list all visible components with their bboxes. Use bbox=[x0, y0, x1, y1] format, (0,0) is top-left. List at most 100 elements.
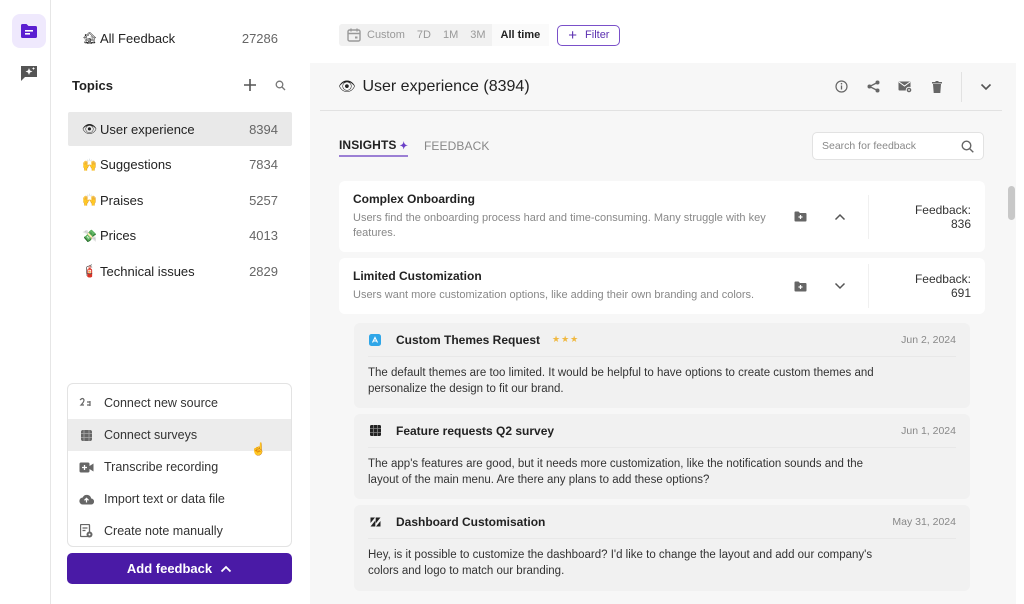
topic-actions bbox=[825, 71, 1002, 103]
menu-connect-new-source[interactable]: Connect new source bbox=[68, 387, 291, 419]
topic-label: User experience bbox=[100, 121, 195, 137]
add-feedback-button[interactable]: Add feedback bbox=[67, 553, 292, 584]
topic-list: 👁 User experience 8394 🙌 Suggestions 783… bbox=[68, 112, 292, 290]
folder-plus-icon bbox=[794, 281, 807, 291]
range-all-time[interactable]: All time bbox=[491, 24, 550, 46]
topic-label: Prices bbox=[100, 228, 137, 244]
plus-icon: + bbox=[568, 26, 578, 44]
delete-button[interactable] bbox=[921, 71, 953, 103]
add-topic-button[interactable] bbox=[243, 78, 257, 92]
date-range-selector: Custom 7D 1M 3M All time bbox=[339, 24, 550, 46]
tab-feedback[interactable]: FEEDBACK bbox=[424, 139, 489, 156]
menu-item-label: Connect surveys bbox=[104, 428, 198, 442]
filter-label: Filter bbox=[585, 29, 610, 41]
menu-import-file[interactable]: Import text or data file bbox=[68, 483, 291, 515]
folder-icon bbox=[21, 24, 37, 38]
add-feedback-menu: Connect new source Connect surveys Trans… bbox=[67, 383, 292, 547]
info-icon bbox=[834, 80, 848, 93]
range-custom[interactable]: Custom bbox=[367, 24, 411, 46]
share-button[interactable] bbox=[857, 71, 889, 103]
add-to-folder-button[interactable] bbox=[794, 281, 807, 292]
topics-sidebar: 🏚 All Feedback 27286 Topics 👁 User exper… bbox=[52, 0, 310, 604]
tab-insights[interactable]: INSIGHTS ✦ bbox=[339, 138, 408, 157]
feedback-title: Dashboard Customisation bbox=[396, 514, 546, 529]
raised-hands-icon: 🙌 bbox=[82, 193, 97, 208]
topic-count: 8394 bbox=[249, 121, 278, 137]
menu-create-note[interactable]: Create note manually bbox=[68, 515, 291, 547]
all-feedback-item[interactable]: 🏚 All Feedback 27286 bbox=[68, 24, 292, 52]
scrollbar-thumb[interactable] bbox=[1008, 186, 1015, 220]
range-3m[interactable]: 3M bbox=[464, 24, 491, 46]
topic-title: 👁 User experience (8394) bbox=[338, 78, 825, 96]
mail-settings-icon bbox=[898, 81, 912, 93]
topic-header: 👁 User experience (8394) bbox=[320, 63, 1002, 111]
app-store-icon bbox=[368, 333, 382, 347]
rail-feedback-button[interactable] bbox=[12, 14, 46, 48]
collapse-panel-button[interactable] bbox=[970, 71, 1002, 103]
info-button[interactable] bbox=[825, 71, 857, 103]
chevron-up-icon bbox=[220, 565, 232, 572]
video-icon bbox=[78, 459, 94, 475]
insight-card[interactable]: Complex Onboarding Users find the onboar… bbox=[339, 181, 985, 252]
cloud-upload-icon bbox=[78, 491, 94, 507]
sparkle-emoji-icon: 🙌 bbox=[82, 157, 97, 172]
add-feedback-label: Add feedback bbox=[126, 561, 213, 576]
filter-button[interactable]: + Filter bbox=[557, 24, 621, 46]
feedback-card[interactable]: Custom Themes Request ★★★ Jun 2, 2024 Th… bbox=[354, 323, 970, 409]
topics-title: Topics bbox=[72, 77, 113, 93]
search-topics-button[interactable] bbox=[275, 80, 286, 91]
sparkle-icon: ✦ bbox=[399, 141, 408, 152]
topic-praises[interactable]: 🙌 Praises 5257 bbox=[68, 183, 292, 217]
rail-ai-chat-button[interactable] bbox=[12, 56, 46, 90]
survey-icon bbox=[368, 424, 382, 438]
insight-card[interactable]: Limited Customization Users want more cu… bbox=[339, 258, 985, 314]
money-icon: 💸 bbox=[82, 228, 97, 243]
menu-item-label: Import text or data file bbox=[104, 492, 225, 506]
survey-icon bbox=[78, 427, 94, 443]
insight-divider bbox=[868, 194, 869, 239]
insight-text: Limited Customization Users want more cu… bbox=[353, 269, 794, 303]
zendesk-icon bbox=[368, 515, 382, 529]
feedback-card[interactable]: Dashboard Customisation May 31, 2024 Hey… bbox=[354, 505, 970, 591]
feedback-list: Custom Themes Request ★★★ Jun 2, 2024 Th… bbox=[354, 323, 970, 597]
feedback-card-header: Feature requests Q2 survey Jun 1, 2024 bbox=[368, 414, 956, 449]
feedback-date: May 31, 2024 bbox=[892, 515, 956, 528]
collapse-insight-button[interactable] bbox=[834, 213, 846, 221]
topics-header: Topics bbox=[72, 74, 292, 96]
search-icon[interactable] bbox=[961, 139, 974, 153]
menu-item-label: Transcribe recording bbox=[104, 460, 219, 474]
menu-item-label: Connect new source bbox=[104, 396, 218, 410]
topic-count: 4013 bbox=[249, 228, 278, 244]
add-to-folder-button[interactable] bbox=[794, 211, 807, 222]
plug-icon bbox=[78, 395, 94, 411]
topic-count: 2829 bbox=[249, 263, 278, 279]
insight-text: Complex Onboarding Users find the onboar… bbox=[353, 192, 794, 241]
range-7d[interactable]: 7D bbox=[411, 24, 437, 46]
plus-icon bbox=[244, 79, 256, 91]
topic-count: 5257 bbox=[249, 192, 278, 208]
topic-user-experience[interactable]: 👁 User experience 8394 bbox=[68, 112, 292, 146]
pointer-cursor-icon: ☝ bbox=[251, 442, 266, 456]
topic-suggestions[interactable]: 🙌 Suggestions 7834 bbox=[68, 148, 292, 182]
expand-insight-button[interactable] bbox=[834, 282, 846, 290]
feedback-date: Jun 1, 2024 bbox=[901, 424, 956, 437]
feedback-card-header: Dashboard Customisation May 31, 2024 bbox=[368, 505, 956, 540]
insight-actions bbox=[794, 281, 854, 292]
extinguisher-icon: 🧯 bbox=[82, 264, 97, 279]
rating-stars: ★★★ bbox=[552, 334, 580, 344]
email-settings-button[interactable] bbox=[889, 71, 921, 103]
insight-feedback-count: Feedback: 836 bbox=[914, 202, 971, 231]
topic-technical-issues[interactable]: 🧯 Technical issues 2829 bbox=[68, 254, 292, 288]
search-icon bbox=[275, 80, 286, 90]
house-icon: 🏚 bbox=[82, 31, 98, 45]
insight-feedback-count: Feedback: 691 bbox=[914, 272, 971, 300]
header-divider bbox=[961, 71, 962, 102]
feedback-card[interactable]: Feature requests Q2 survey Jun 1, 2024 T… bbox=[354, 414, 970, 500]
range-1m[interactable]: 1M bbox=[437, 24, 464, 46]
topic-prices[interactable]: 💸 Prices 4013 bbox=[68, 219, 292, 253]
eye-icon: 👁 bbox=[338, 77, 356, 94]
feedback-search-input[interactable] bbox=[822, 140, 961, 152]
feedback-body: Hey, is it possible to customize the das… bbox=[368, 549, 873, 578]
feedback-card-header: Custom Themes Request ★★★ Jun 2, 2024 bbox=[368, 323, 956, 357]
feedback-title: Custom Themes Request bbox=[396, 332, 541, 347]
